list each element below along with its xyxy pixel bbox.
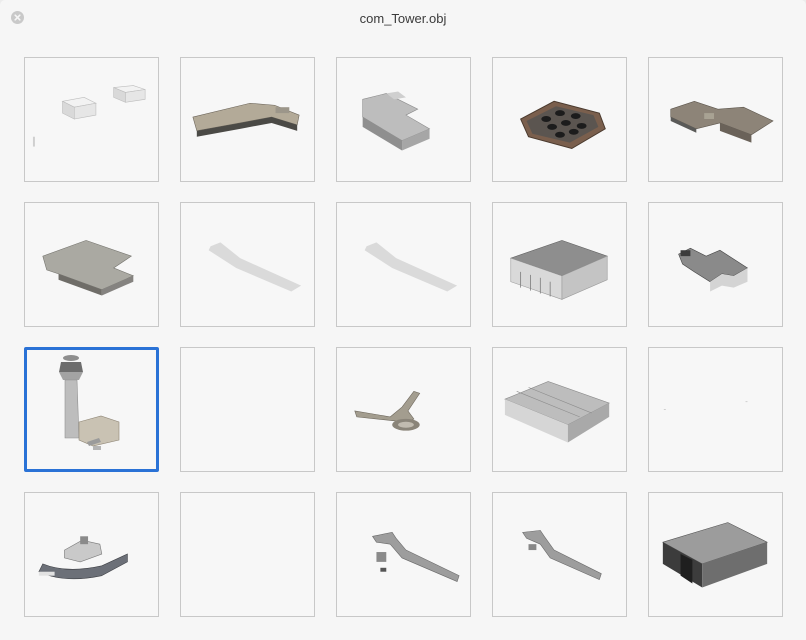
small-buildings-model — [32, 85, 146, 147]
empty-model — [181, 348, 314, 471]
thumbnail-tile[interactable] — [336, 57, 471, 182]
thumbnail-tile[interactable] — [24, 492, 159, 617]
ground-shadow-model — [208, 242, 302, 292]
thumbnail-tile[interactable] — [24, 202, 159, 327]
flat-roof-building-model — [42, 240, 135, 296]
thumbnail-tile[interactable] — [648, 57, 783, 182]
terminal-complex-model — [670, 100, 774, 143]
dark-hangar-model — [662, 522, 768, 588]
thumbnail-tile[interactable] — [648, 202, 783, 327]
ground-shadow-model-2 — [364, 242, 458, 292]
thumbnail-tile[interactable] — [492, 347, 627, 472]
thumbnail-tile[interactable] — [180, 202, 315, 327]
thumbnail-tile[interactable] — [180, 57, 315, 182]
long-walkway-model — [372, 532, 460, 582]
thumbnail-grid — [24, 57, 783, 617]
large-hangar-model — [504, 381, 610, 443]
y-shaped-walkway-model — [354, 390, 421, 431]
thumbnail-tile[interactable] — [492, 202, 627, 327]
thumbnail-tile[interactable] — [492, 492, 627, 617]
curved-terminal-model — [38, 536, 128, 580]
thumbnail-tile[interactable] — [648, 492, 783, 617]
l-shaped-terminal-model — [192, 102, 300, 137]
thumbnail-tile[interactable] — [336, 202, 471, 327]
hangar-building-model — [509, 240, 609, 300]
thumbnail-tile[interactable] — [180, 492, 315, 617]
preview-window: com_Tower.obj — [0, 0, 806, 640]
round-pad-model — [519, 100, 606, 150]
l-shaped-building-model — [362, 91, 431, 151]
control-tower-model — [59, 355, 120, 450]
title-bar: com_Tower.obj — [0, 0, 806, 36]
thumbnail-tile[interactable] — [648, 347, 783, 472]
thumbnail-tile-selected[interactable] — [24, 347, 159, 472]
stepped-building-model — [678, 247, 749, 292]
empty-model-3 — [181, 493, 314, 616]
thumbnail-tile[interactable] — [180, 347, 315, 472]
thumbnail-tile[interactable] — [24, 57, 159, 182]
window-title: com_Tower.obj — [359, 11, 447, 26]
thumbnail-tile[interactable] — [336, 347, 471, 472]
long-walkway-model-2 — [522, 530, 602, 580]
thumbnail-tile[interactable] — [492, 57, 627, 182]
empty-model-2 — [663, 401, 748, 410]
thumbnail-tile[interactable] — [336, 492, 471, 617]
